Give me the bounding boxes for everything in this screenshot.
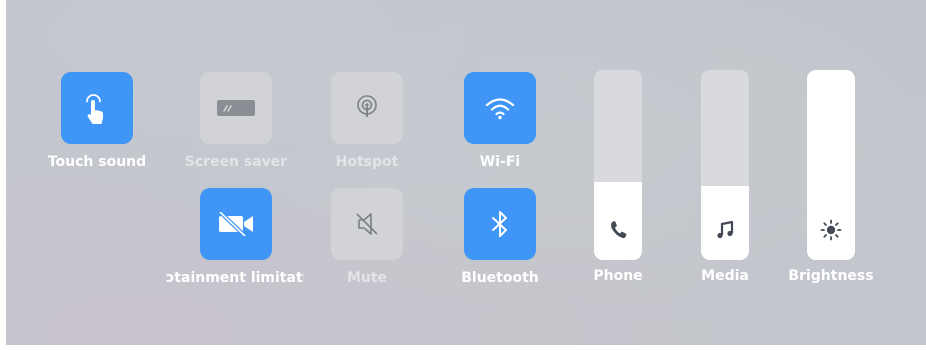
hotspot-label: Hotspot [335,154,399,170]
bluetooth-label: Bluetooth [461,270,539,286]
music-note-icon [717,220,734,239]
screen-saver-button[interactable] [200,72,272,144]
bluetooth-icon [492,211,507,237]
mute-button[interactable] [331,188,403,260]
hotspot-icon [357,95,377,120]
touch-icon [86,94,104,124]
control-center-panel: Touch sound Screen saver Hotspot Wi-Fi ɔ… [0,0,926,351]
bluetooth-button[interactable] [464,188,536,260]
touch-sound-button[interactable] [61,72,133,144]
brightness-label: Brightness [788,268,874,284]
wifi-button[interactable] [464,72,536,144]
media-volume-slider[interactable] [701,70,749,260]
entertainment-limitation-label: ɔtainment limitati [166,270,304,286]
entertainment-limitation-button[interactable] [200,188,272,260]
sun-icon [820,219,842,241]
bottom-edge-strip [0,345,926,351]
phone-volume-slider[interactable] [594,70,642,260]
screen-saver-icon [217,100,255,116]
wifi-label: Wi-Fi [479,154,521,170]
phone-icon [611,221,627,239]
screen-saver-label: Screen saver [184,154,288,170]
hotspot-button[interactable] [331,72,403,144]
mute-label: Mute [346,270,388,286]
touch-sound-label: Touch sound [47,154,147,170]
wifi-icon [485,98,515,120]
left-edge-strip [0,0,6,351]
brightness-slider[interactable] [807,70,855,260]
phone-label: Phone [593,268,643,284]
media-label: Media [701,268,749,284]
video-off-icon [218,212,253,236]
speaker-muted-icon [356,213,378,235]
